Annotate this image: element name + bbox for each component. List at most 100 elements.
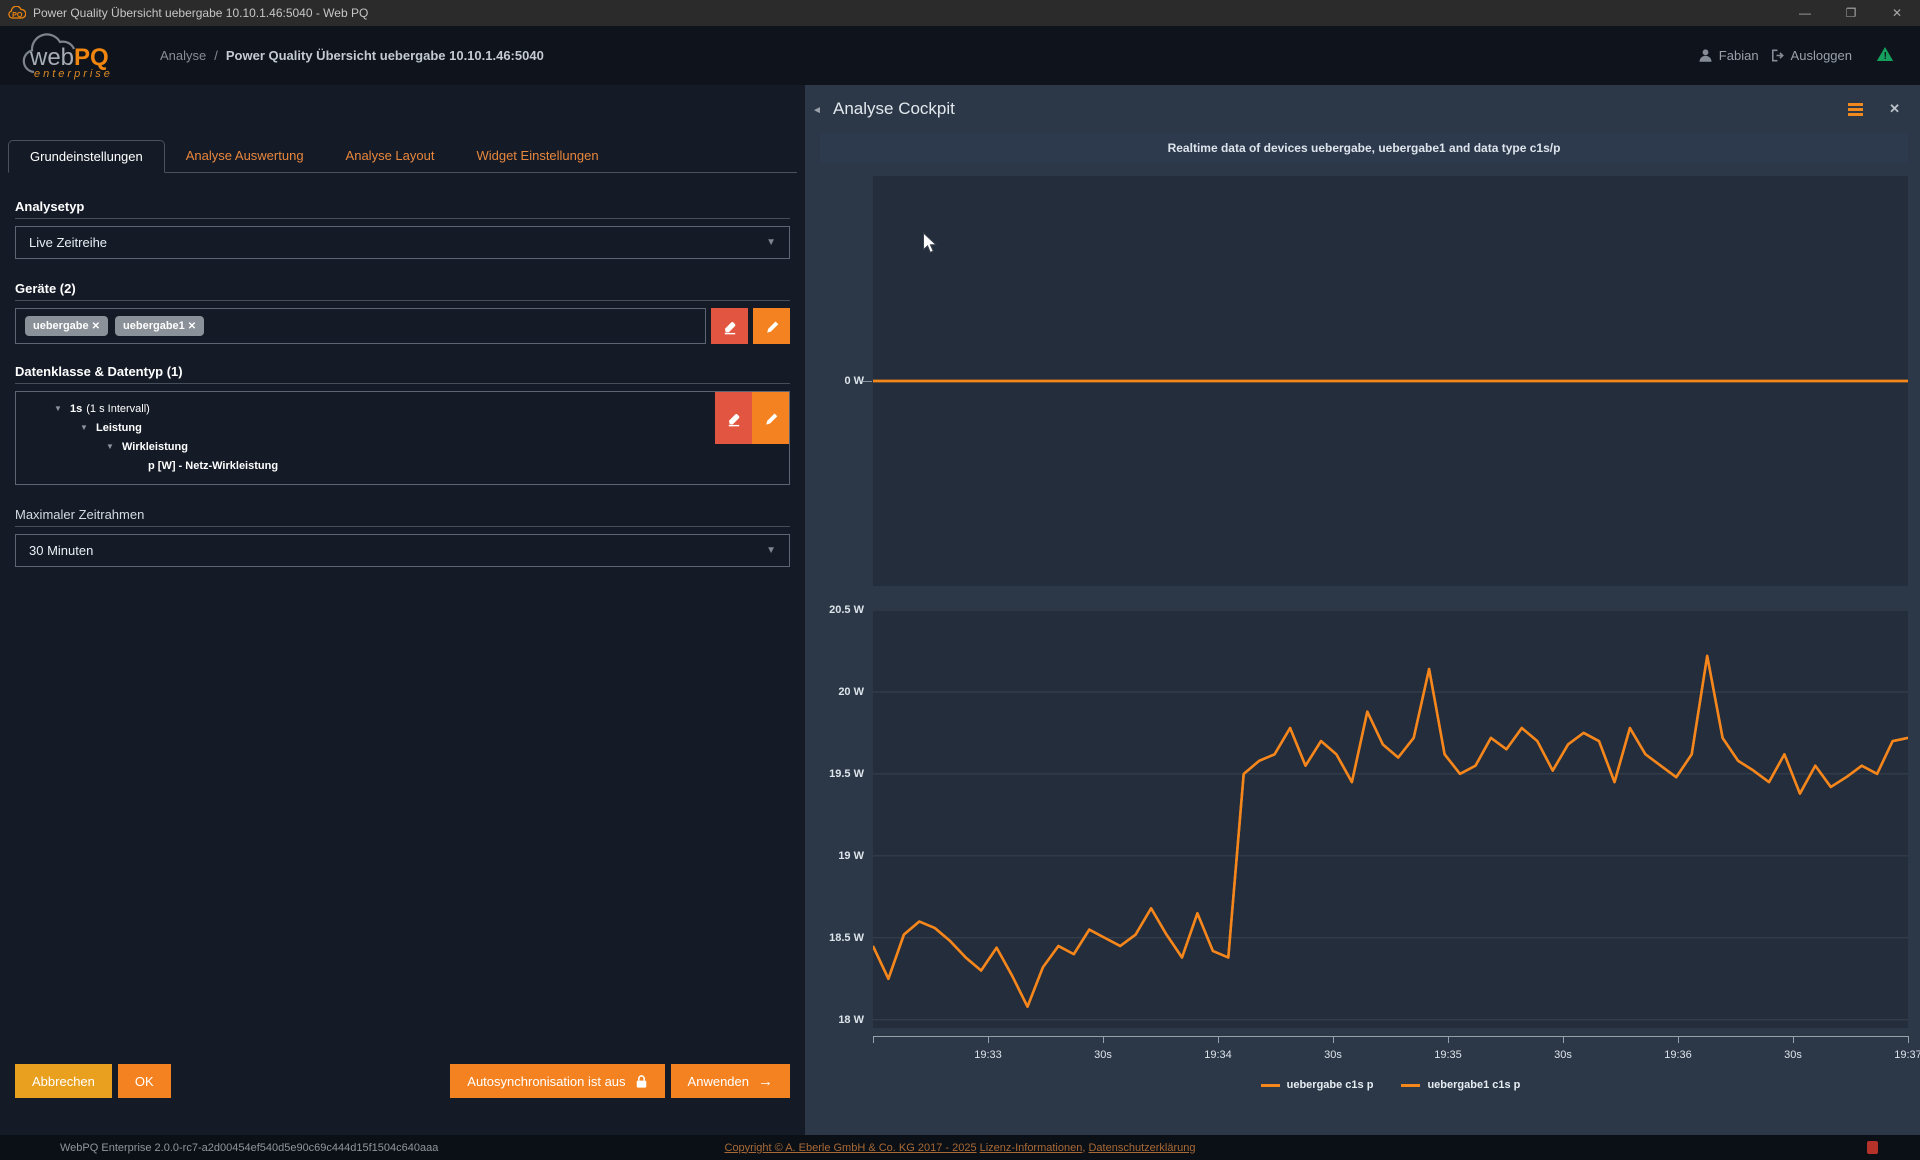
webpq-logo[interactable]: webPQ enterprise (14, 28, 132, 84)
cancel-button[interactable]: Abbrechen (15, 1064, 112, 1098)
device-chip-uebergabe1[interactable]: uebergabe1✕ (115, 316, 204, 336)
x-tick-mark (1563, 1036, 1564, 1043)
autosync-button[interactable]: Autosynchronisation ist aus (450, 1064, 664, 1098)
x-tick-mark (1333, 1036, 1334, 1043)
copyright-link[interactable]: Copyright © A. Eberle GmbH & Co. KG 2017… (725, 1142, 977, 1154)
geraete-chipbox[interactable]: uebergabe✕uebergabe1✕ (15, 308, 706, 344)
breadcrumb-separator: / (214, 48, 218, 63)
tree-item-leistung[interactable]: ▼Leistung (16, 418, 789, 437)
action-bar: Abbrechen OK Autosynchronisation ist aus… (15, 1064, 790, 1098)
legend-label: uebergabe c1s p (1287, 1079, 1374, 1091)
logout-button[interactable]: Ausloggen (1769, 48, 1852, 63)
y-tick-label: 0 W (844, 375, 864, 387)
y-tick-label: 20 W (838, 686, 864, 698)
tab-analyse-auswertung[interactable]: Analyse Auswertung (165, 140, 325, 172)
legend-line-swatch (1401, 1084, 1420, 1087)
geraete-label: Geräte (2) (15, 281, 790, 301)
tree-item-label: Leistung (96, 422, 142, 434)
realtime-chart-widget: Realtime data of devices uebergabe, uebe… (820, 133, 1908, 1091)
x-tick-mark (1448, 1036, 1449, 1043)
close-widget-icon[interactable]: ✕ (1889, 101, 1900, 117)
tree-item-suffix: (1 s Intervall) (86, 403, 150, 415)
restore-button[interactable]: ❐ (1828, 0, 1874, 26)
tree-item-1s[interactable]: ▼1s (1 s Intervall) (16, 399, 789, 418)
settings-panel: GrundeinstellungenAnalyse AuswertungAnal… (0, 85, 805, 1135)
caret-down-icon[interactable]: ▼ (54, 404, 70, 413)
x-tick-mark (1908, 1036, 1909, 1043)
legend-item-uebergabe1-c1s-p[interactable]: uebergabe1 c1s p (1401, 1079, 1520, 1091)
caret-down-icon[interactable]: ▼ (80, 423, 96, 432)
x-tick-mark (1103, 1036, 1104, 1043)
x-tick-mark (1678, 1036, 1679, 1043)
datenklasse-edit-button[interactable] (752, 392, 789, 444)
tab-analyse-layout[interactable]: Analyse Layout (325, 140, 456, 172)
breadcrumb-section[interactable]: Analyse (160, 48, 206, 63)
x-tick-mark (988, 1036, 989, 1043)
logout-icon (1769, 48, 1785, 63)
os-titlebar: PQ Power Quality Übersicht uebergabe 10.… (0, 0, 1920, 26)
geraete-edit-button[interactable] (753, 308, 790, 344)
bottom-chart-plot (873, 610, 1908, 1028)
x-tick-label: 19:37 (1894, 1049, 1920, 1061)
zeitrahmen-label: Maximaler Zeitrahmen (15, 507, 790, 527)
license-link[interactable]: Lizenz-Informationen (980, 1142, 1083, 1154)
x-tick-mark (1793, 1036, 1794, 1043)
warning-indicator[interactable]: ! (1876, 46, 1894, 65)
bottom-chart-x-axis: 19:3330s19:3430s19:3530s19:3630s19:37 (873, 1036, 1908, 1070)
user-menu[interactable]: Fabian (1698, 48, 1759, 63)
analysetyp-select[interactable]: Live Zeitreihe ▼ (15, 226, 790, 259)
remove-chip-icon[interactable]: ✕ (92, 321, 100, 332)
y-tick-label: 19.5 W (829, 768, 864, 780)
bottom-chart-y-axis: 20.5 W20 W19.5 W19 W18.5 W18 W (820, 610, 873, 1028)
datenklasse-tree: ▼1s(1 s Intervall)▼Leistung▼Wirkleistung… (15, 391, 790, 485)
x-tick-label: 30s (1784, 1049, 1802, 1061)
app-icon: PQ (8, 6, 26, 21)
top-chart: 0 W (820, 176, 1908, 586)
datenklasse-label: Datenklasse & Datentyp (1) (15, 364, 790, 384)
notification-icon[interactable] (1867, 1141, 1878, 1154)
cockpit-header: Analyse Cockpit ✕ (805, 85, 1920, 133)
legend-line-swatch (1261, 1084, 1280, 1087)
tree-item-label: 1s (70, 403, 82, 415)
y-tick-label: 20.5 W (829, 604, 864, 616)
datenklasse-clear-button[interactable] (715, 392, 752, 444)
x-tick-mark (873, 1036, 874, 1043)
top-chart-y-axis: 0 W (820, 176, 873, 586)
geraete-row: uebergabe✕uebergabe1✕ (15, 308, 790, 344)
header-right: Fabian Ausloggen ! (1698, 46, 1920, 65)
minimize-button[interactable]: — (1782, 0, 1828, 26)
eraser-icon (725, 409, 743, 427)
window-controls: — ❐ ✕ (1782, 0, 1920, 26)
x-tick-mark (1218, 1036, 1219, 1043)
privacy-link[interactable]: Datenschutzerklärung (1088, 1142, 1195, 1154)
footer-links: Copyright © A. Eberle GmbH & Co. KG 2017… (725, 1142, 1196, 1154)
legend-item-uebergabe-c1s-p[interactable]: uebergabe c1s p (1261, 1079, 1374, 1091)
apply-button[interactable]: Anwenden → (671, 1064, 790, 1098)
datenklasse-actions (715, 392, 789, 444)
x-tick-label: 19:33 (974, 1049, 1002, 1061)
zeitrahmen-select[interactable]: 30 Minuten ▼ (15, 534, 790, 567)
tab-grundeinstellungen[interactable]: Grundeinstellungen (8, 140, 165, 173)
tree-item-label: p [W] - Netz-Wirkleistung (148, 460, 278, 472)
tab-widget-einstellungen[interactable]: Widget Einstellungen (455, 140, 619, 172)
version-text: WebPQ Enterprise 2.0.0-rc7-a2d00454ef540… (60, 1142, 438, 1154)
close-button[interactable]: ✕ (1874, 0, 1920, 26)
remove-chip-icon[interactable]: ✕ (188, 321, 196, 332)
tree-item-p-w-netz-wirkleistung[interactable]: p [W] - Netz-Wirkleistung (16, 456, 789, 475)
device-chip-label: uebergabe (33, 320, 89, 332)
tree-item-wirkleistung[interactable]: ▼Wirkleistung (16, 437, 789, 456)
device-chip-uebergabe[interactable]: uebergabe✕ (25, 316, 108, 336)
chart-legend: uebergabe c1s p uebergabe1 c1s p (873, 1079, 1908, 1091)
caret-down-icon[interactable]: ▼ (106, 442, 122, 451)
cockpit-title: Analyse Cockpit (833, 99, 955, 119)
y-tick-label: 19 W (838, 850, 864, 862)
geraete-clear-button[interactable] (711, 308, 748, 344)
y-tick-mark (863, 381, 872, 382)
collapse-panel-icon[interactable]: ◄ (812, 105, 822, 116)
svg-text:!: ! (1884, 51, 1887, 62)
status-footer: WebPQ Enterprise 2.0.0-rc7-a2d00454ef540… (0, 1135, 1920, 1160)
y-tick-label: 18.5 W (829, 932, 864, 944)
ok-button[interactable]: OK (118, 1064, 171, 1098)
x-tick-label: 19:34 (1204, 1049, 1232, 1061)
widget-menu-icon[interactable] (1848, 103, 1863, 116)
